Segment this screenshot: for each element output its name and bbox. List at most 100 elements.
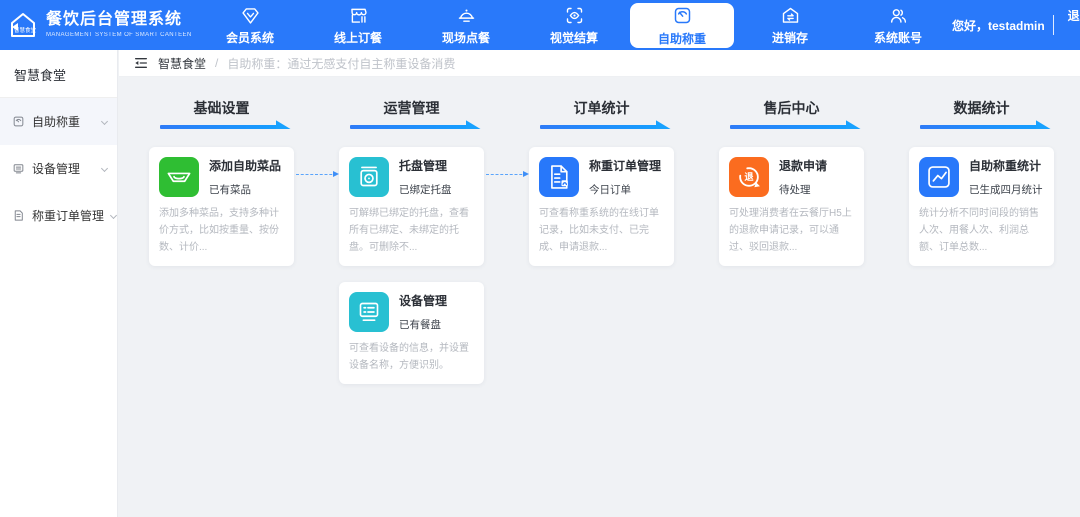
column-arrow-underline: [349, 125, 474, 129]
top-bar: 智慧食堂 餐饮后台管理系统 MANAGEMENT SYSTEM OF SMART…: [0, 0, 1080, 50]
card-description: 统计分析不同时间段的销售人次、用餐人次、利润总额、订单总数...: [919, 208, 1039, 253]
card-description: 可查看称重系统的在线订单记录，比如未支付、已完成、申请退款...: [539, 208, 659, 253]
nav-label: 自助称重: [657, 31, 706, 46]
flow-arrow-2: [486, 171, 529, 177]
sidebar-item-weighing-orders[interactable]: 称重订单管理: [0, 192, 118, 239]
sidebar-item-label: 自助称重: [32, 115, 81, 129]
scan-eye-icon: [563, 4, 585, 26]
refund-icon: 退: [729, 157, 769, 197]
sidebar-item-self-weighing[interactable]: 自助称重: [0, 98, 117, 145]
column-title: 售后中心: [763, 100, 820, 116]
svg-text:智慧食堂: 智慧食堂: [14, 26, 37, 34]
card-subtitle: 已生成四月统计: [969, 184, 1043, 196]
nav-label: 进销存: [771, 31, 808, 45]
card-description: 添加多种菜品，支持多种计价方式，比如按重量、按份数、计价...: [159, 208, 279, 253]
card-device-management[interactable]: 设备管理 已有餐盘 可查看设备的信息，并设置设备名称，方便识别。: [339, 282, 484, 384]
device-icon: [13, 164, 24, 174]
nav-item-vision-checkout[interactable]: 视觉结算: [520, 0, 628, 50]
breadcrumb-separator: /: [215, 56, 219, 70]
column-after-sales: 售后中心 退 退款申请 待处理 可处理消费者在云餐厅H5上的退款申请记录，可以通…: [719, 98, 864, 400]
nav-item-dine-in[interactable]: 现场点餐: [412, 0, 520, 50]
nav-item-system-accounts[interactable]: 系统账号: [844, 0, 952, 50]
scale-icon: [13, 116, 24, 127]
card-refund-request[interactable]: 退 退款申请 待处理 可处理消费者在云餐厅H5上的退款申请记录，可以通过、驳回退…: [719, 147, 864, 266]
scale-icon: [671, 5, 693, 27]
column-order-statistics: 订单统计 称重订单管理 今日订单 可查看称重系统的在线订单记录，比如未支付、已完…: [529, 98, 674, 400]
column-arrow-underline: [539, 125, 664, 129]
chevron-down-icon: [100, 117, 109, 126]
user-area: 您好，testadmin 退出登录: [952, 0, 1080, 50]
trend-chart-icon: [919, 157, 959, 197]
card-subtitle: 已绑定托盘: [399, 184, 452, 196]
breadcrumb-current: 自助称重：通过无感支付自主称重设备消费: [227, 56, 456, 71]
card-title: 称重订单管理: [589, 159, 662, 173]
app-subtitle: MANAGEMENT SYSTEM OF SMART CANTEEN: [46, 31, 192, 38]
column-title: 运营管理: [383, 100, 440, 116]
breadcrumb: 智慧食堂 / 自助称重：通过无感支付自主称重设备消费: [119, 50, 1080, 77]
card-description: 可解绑已绑定的托盘，查看所有已绑定、未绑定的托盘。可删除不...: [349, 208, 469, 253]
card-add-self-service-dish[interactable]: 添加自助菜品 已有菜品 添加多种菜品，支持多种计价方式，比如按重量、按份数、计价…: [149, 147, 294, 266]
chevron-down-icon: [109, 211, 118, 220]
breadcrumb-root[interactable]: 智慧食堂: [158, 55, 206, 72]
gem-icon: [239, 4, 261, 26]
card-self-weighing-statistics[interactable]: 自助称重统计 已生成四月统计 统计分析不同时间段的销售人次、用餐人次、利润总额、…: [909, 147, 1054, 266]
card-title: 托盘管理: [399, 159, 448, 173]
column-title: 数据统计: [953, 100, 1010, 116]
brand: 智慧食堂 餐饮后台管理系统 MANAGEMENT SYSTEM OF SMART…: [0, 0, 196, 50]
sidebar: 智慧食堂 自助称重 设备管理 称重订单管理: [0, 50, 118, 517]
column-title: 基础设置: [193, 100, 250, 116]
card-title: 设备管理: [399, 294, 448, 308]
nav-item-self-weighing[interactable]: 自助称重: [630, 3, 734, 48]
nav-label: 线上订餐: [333, 31, 382, 45]
card-description: 可查看设备的信息，并设置设备名称，方便识别。: [349, 343, 469, 371]
card-title: 自助称重统计: [969, 159, 1042, 173]
canteen-logo-icon: 智慧食堂: [11, 13, 37, 37]
card-description: 可处理消费者在云餐厅H5上的退款申请记录，可以通过、驳回退款...: [729, 208, 852, 253]
column-title: 订单统计: [573, 100, 630, 116]
logout-button[interactable]: 退出登录: [1062, 8, 1080, 43]
warehouse-icon: [779, 4, 801, 26]
device-icon: [349, 292, 389, 332]
nav-label: 会员系统: [225, 31, 274, 45]
collapse-sidebar-icon[interactable]: [133, 55, 149, 71]
nav-item-membership[interactable]: 会员系统: [196, 0, 304, 50]
sidebar-title: 智慧食堂: [14, 68, 67, 83]
card-title: 退款申请: [779, 159, 828, 173]
order-doc-icon: [14, 210, 23, 221]
card-title: 添加自助菜品: [209, 159, 282, 173]
nav-label: 现场点餐: [441, 31, 490, 45]
sidebar-item-device-management[interactable]: 设备管理: [0, 145, 117, 192]
dish-icon: [159, 157, 199, 197]
card-subtitle: 已有餐盘: [399, 319, 441, 331]
sidebar-item-label: 称重订单管理: [32, 209, 105, 223]
card-weighing-order-management[interactable]: 称重订单管理 今日订单 可查看称重系统的在线订单记录，比如未支付、已完成、申请退…: [529, 147, 674, 266]
svg-text:退: 退: [744, 172, 754, 182]
nav-item-online-order[interactable]: 线上订餐: [304, 0, 412, 50]
user-greeting: 您好，testadmin: [952, 18, 1045, 33]
card-tray-management[interactable]: 托盘管理 已绑定托盘 可解绑已绑定的托盘，查看所有已绑定、未绑定的托盘。可删除不…: [339, 147, 484, 266]
nav-label: 视觉结算: [549, 31, 598, 45]
cloche-icon: [455, 4, 477, 26]
column-data-statistics: 数据统计 自助称重统计 已生成四月统计 统计分析不同时间段的销售人次、用餐人次、…: [909, 98, 1054, 400]
nav-label: 系统账号: [873, 31, 922, 45]
app-title: 餐饮后台管理系统: [46, 11, 183, 29]
card-subtitle: 今日订单: [589, 184, 631, 196]
order-doc-icon: [539, 157, 579, 197]
column-arrow-underline: [159, 125, 284, 129]
workflow-board: 基础设置 添加自助菜品 已有菜品 添加多种菜品，支持多种计价方式，比如按重量、按…: [119, 78, 1080, 517]
nav-item-inventory[interactable]: 进销存: [736, 0, 844, 50]
top-nav: 会员系统 线上订餐 现场点餐 视觉结算 自助称重 进销存 系统账号: [196, 0, 952, 50]
flow-arrow-1: [296, 171, 339, 177]
divider: [1052, 15, 1054, 35]
column-basic-settings: 基础设置 添加自助菜品 已有菜品 添加多种菜品，支持多种计价方式，比如按重量、按…: [149, 98, 294, 400]
card-subtitle: 待处理: [779, 184, 811, 196]
column-arrow-underline: [919, 125, 1044, 129]
tray-scale-icon: [349, 157, 389, 197]
users-icon: [887, 4, 909, 26]
storefront-icon: [347, 4, 369, 26]
chevron-down-icon: [100, 164, 109, 173]
column-operations: 运营管理 托盘管理 已绑定托盘 可解绑已绑定的托盘，查看所有已绑定、未绑定的托盘…: [339, 98, 484, 400]
sidebar-item-label: 设备管理: [32, 162, 81, 176]
column-arrow-underline: [729, 125, 854, 129]
card-subtitle: 已有菜品: [209, 184, 251, 196]
